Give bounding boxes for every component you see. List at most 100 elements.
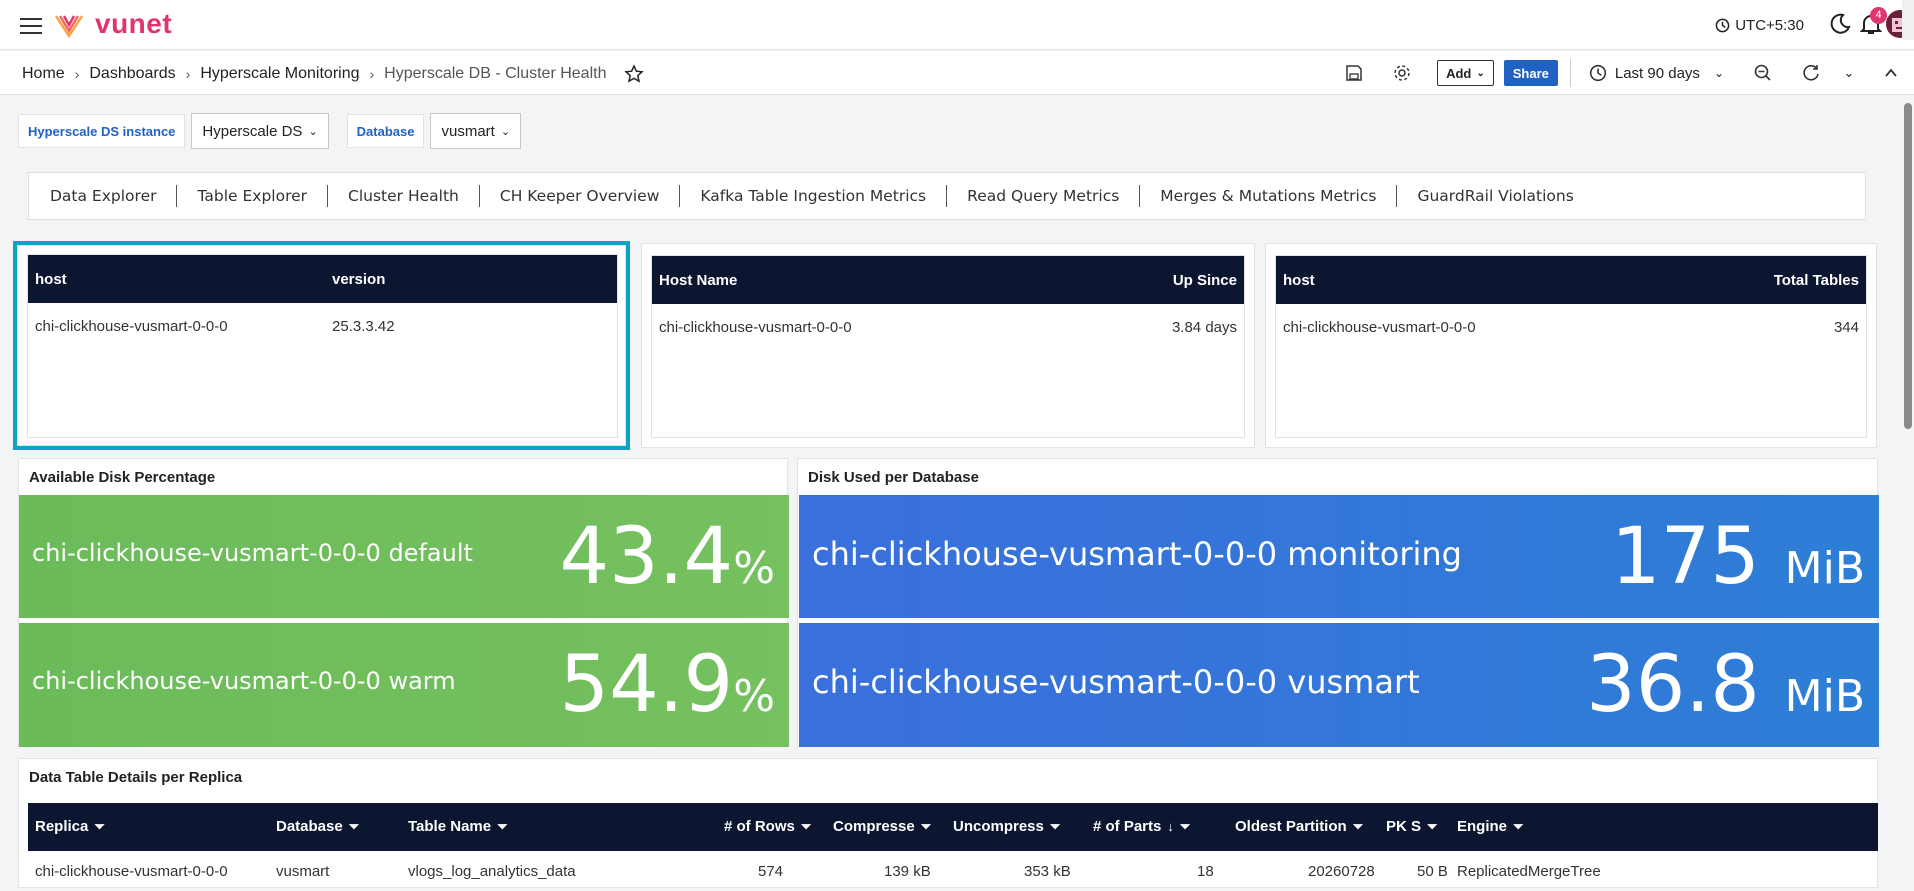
chevron-down-icon: ⌄	[308, 125, 318, 138]
filter-icon[interactable]: ⏷	[497, 819, 507, 835]
database-select[interactable]: vusmart ⌄	[430, 113, 522, 149]
column-header-replica[interactable]: Replica ⏷	[35, 818, 105, 835]
tab-kafka-ingestion[interactable]: Kafka Table Ingestion Metrics	[700, 185, 948, 207]
header-label: # of Rows	[724, 818, 795, 835]
panel-disk-used-per-database: Disk Used per Database chi-clickhouse-vu…	[797, 458, 1879, 747]
stat-label: chi-clickhouse-vusmart-0-0-0 warm	[32, 667, 456, 695]
column-header-pk-size[interactable]: PK S ⏷	[1386, 818, 1437, 835]
filter-icon[interactable]: ⏷	[1513, 819, 1523, 835]
column-header-host[interactable]: host	[1283, 272, 1315, 289]
vunet-logo-icon	[54, 15, 84, 39]
tab-ch-keeper-overview[interactable]: CH Keeper Overview	[500, 185, 681, 207]
tab-merges-mutations[interactable]: Merges & Mutations Metrics	[1160, 185, 1398, 207]
app-logo-text: vunet	[95, 8, 173, 39]
filter-icon[interactable]: ⏷	[921, 819, 931, 835]
menu-icon[interactable]	[20, 18, 42, 34]
column-header-oldest-partition[interactable]: Oldest Partition ⏷	[1235, 818, 1363, 835]
column-header-database[interactable]: Database ⏷	[276, 818, 359, 835]
table-header: host Total Tables	[1276, 256, 1866, 304]
time-range-picker[interactable]: Last 90 days ⌄	[1589, 64, 1724, 82]
column-header-uncompressed[interactable]: Uncompress ⏷	[953, 818, 1060, 835]
collapse-chevron-up-icon[interactable]	[1880, 62, 1902, 84]
breadcrumb-dashboards[interactable]: Dashboards	[89, 65, 175, 83]
header-label: Replica	[35, 818, 89, 835]
stat-label: chi-clickhouse-vusmart-0-0-0 default	[32, 539, 473, 567]
column-header-host-name[interactable]: Host Name	[659, 272, 737, 289]
selection-highlight	[13, 241, 630, 450]
clock-icon	[1715, 18, 1730, 33]
header-label: Database	[276, 818, 343, 835]
settings-gear-icon[interactable]	[1391, 62, 1413, 84]
breadcrumb-home[interactable]: Home	[22, 65, 65, 83]
timezone-display[interactable]: UTC+5:30	[1715, 17, 1804, 34]
chevron-down-icon: ⌄	[1476, 67, 1485, 79]
stat-value: 54.9%	[560, 645, 775, 737]
add-button[interactable]: Add ⌄	[1437, 60, 1494, 86]
filter-icon[interactable]: ⏷	[801, 819, 811, 835]
refresh-interval-chevron-icon[interactable]: ⌄	[1838, 62, 1860, 84]
time-range-label: Last 90 days	[1614, 64, 1700, 82]
ds-instance-select[interactable]: Hyperscale DS ⌄	[191, 113, 329, 149]
stat-value: 36.8 MiB	[1586, 645, 1865, 737]
filter-label-database: Database	[346, 114, 425, 148]
tab-data-explorer[interactable]: Data Explorer	[50, 185, 178, 207]
header-label: PK S	[1386, 818, 1422, 835]
tab-read-query-metrics[interactable]: Read Query Metrics	[967, 185, 1141, 207]
zoom-out-icon[interactable]	[1752, 62, 1774, 84]
breadcrumb-bar: Home › Dashboards › Hyperscale Monitorin…	[0, 51, 1914, 95]
cell-table-name: vlogs_log_analytics_data	[408, 863, 576, 880]
column-header-rows[interactable]: # of Rows ⏷	[724, 818, 811, 835]
theme-toggle-icon[interactable]	[1828, 12, 1852, 36]
column-header-table-name[interactable]: Table Name ⏷	[408, 818, 508, 835]
filter-icon[interactable]: ⏷	[1050, 819, 1060, 835]
ds-instance-value: Hyperscale DS	[202, 122, 303, 140]
column-header-engine[interactable]: Engine ⏷	[1457, 818, 1523, 835]
panel-available-disk-percentage: Available Disk Percentage chi-clickhouse…	[18, 458, 789, 747]
stat-value: 43.4%	[560, 517, 775, 609]
panel-title: Disk Used per Database	[808, 469, 979, 486]
cell-oldest-partition: 20260728	[1308, 863, 1375, 880]
cell-compressed: 139 kB	[884, 863, 931, 880]
stat-number: 54.9	[559, 640, 734, 730]
filter-icon[interactable]: ⏷	[1427, 819, 1437, 835]
chevron-right-icon: ›	[185, 66, 191, 82]
column-header-parts[interactable]: # of Parts ↓ ⏷	[1093, 818, 1190, 835]
stat-label: chi-clickhouse-vusmart-0-0-0 vusmart	[812, 663, 1420, 701]
column-header-up-since[interactable]: Up Since	[1173, 272, 1237, 289]
save-icon[interactable]	[1343, 62, 1365, 84]
total-tables-table: host Total Tables chi-clickhouse-vusmart…	[1275, 255, 1867, 438]
breadcrumb-hyperscale-monitoring[interactable]: Hyperscale Monitoring	[200, 65, 359, 83]
header-label: Compresse	[833, 818, 915, 835]
cell-host-name: chi-clickhouse-vusmart-0-0-0	[659, 318, 852, 336]
table-row: chi-clickhouse-vusmart-0-0-0 344	[1276, 304, 1866, 350]
star-favorite-icon[interactable]	[624, 64, 645, 84]
header-label: Table Name	[408, 818, 492, 835]
filter-icon[interactable]: ⏷	[94, 819, 104, 835]
tab-guardrail-violations[interactable]: GuardRail Violations	[1417, 185, 1593, 207]
filter-icon[interactable]: ⏷	[1353, 819, 1363, 835]
stat-disk-default: chi-clickhouse-vusmart-0-0-0 default 43.…	[19, 495, 789, 618]
column-header-total-tables[interactable]: Total Tables	[1774, 272, 1859, 289]
stat-unit: MiB	[1784, 543, 1865, 594]
page-scrollbar[interactable]	[1902, 95, 1914, 879]
refresh-icon[interactable]	[1800, 62, 1822, 84]
panel-host-uptime: Host Name Up Since chi-clickhouse-vusmar…	[641, 243, 1255, 448]
host-uptime-table: Host Name Up Since chi-clickhouse-vusmar…	[651, 255, 1245, 438]
cell-parts: 18	[1197, 863, 1214, 880]
filter-icon[interactable]: ⏷	[1180, 819, 1190, 835]
filter-icon[interactable]: ⏷	[349, 819, 359, 835]
column-header-compressed[interactable]: Compresse ⏷	[833, 818, 931, 835]
tab-table-explorer[interactable]: Table Explorer	[197, 185, 329, 207]
chevron-right-icon: ›	[369, 66, 375, 82]
notification-badge: 4	[1870, 7, 1887, 24]
clock-icon	[1589, 64, 1606, 82]
sort-desc-icon[interactable]: ↓	[1167, 819, 1174, 834]
filter-label-ds-instance: Hyperscale DS instance	[18, 114, 186, 148]
table-header: Replica ⏷ Database ⏷ Table Name ⏷ # of Rows…	[28, 803, 1878, 851]
toolbar-divider	[1569, 59, 1571, 87]
cell-total-tables: 344	[1833, 318, 1859, 336]
panel-title: Data Table Details per Replica	[29, 769, 243, 786]
tab-cluster-health[interactable]: Cluster Health	[348, 185, 480, 207]
scrollbar-thumb[interactable]	[1904, 103, 1912, 429]
share-button[interactable]: Share	[1503, 60, 1558, 86]
